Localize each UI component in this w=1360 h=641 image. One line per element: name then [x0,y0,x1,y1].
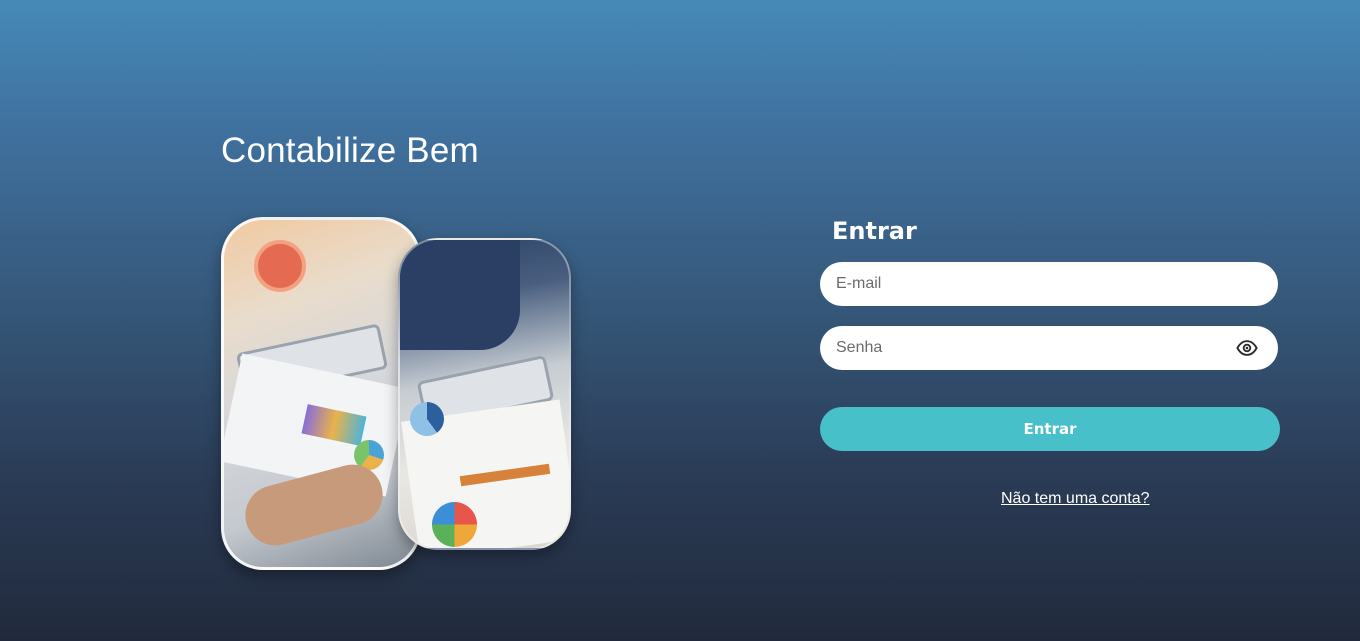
login-button[interactable]: Entrar [820,407,1280,451]
suit-sleeve-graphic [400,240,520,350]
eye-icon[interactable] [1236,338,1258,358]
password-field [820,326,1278,370]
pie-chart-graphic [410,402,444,436]
email-input[interactable] [820,262,1278,306]
password-input[interactable] [820,326,1278,370]
alarm-clock-graphic [254,240,306,292]
business-documents-image [221,217,421,570]
brand-title: Contabilize Bem [221,131,479,170]
signup-link[interactable]: Não tem uma conta? [1001,490,1150,508]
login-title: Entrar [832,217,917,245]
pie-chart-graphic [432,502,477,547]
email-field [820,262,1278,306]
team-meeting-image [398,238,571,550]
